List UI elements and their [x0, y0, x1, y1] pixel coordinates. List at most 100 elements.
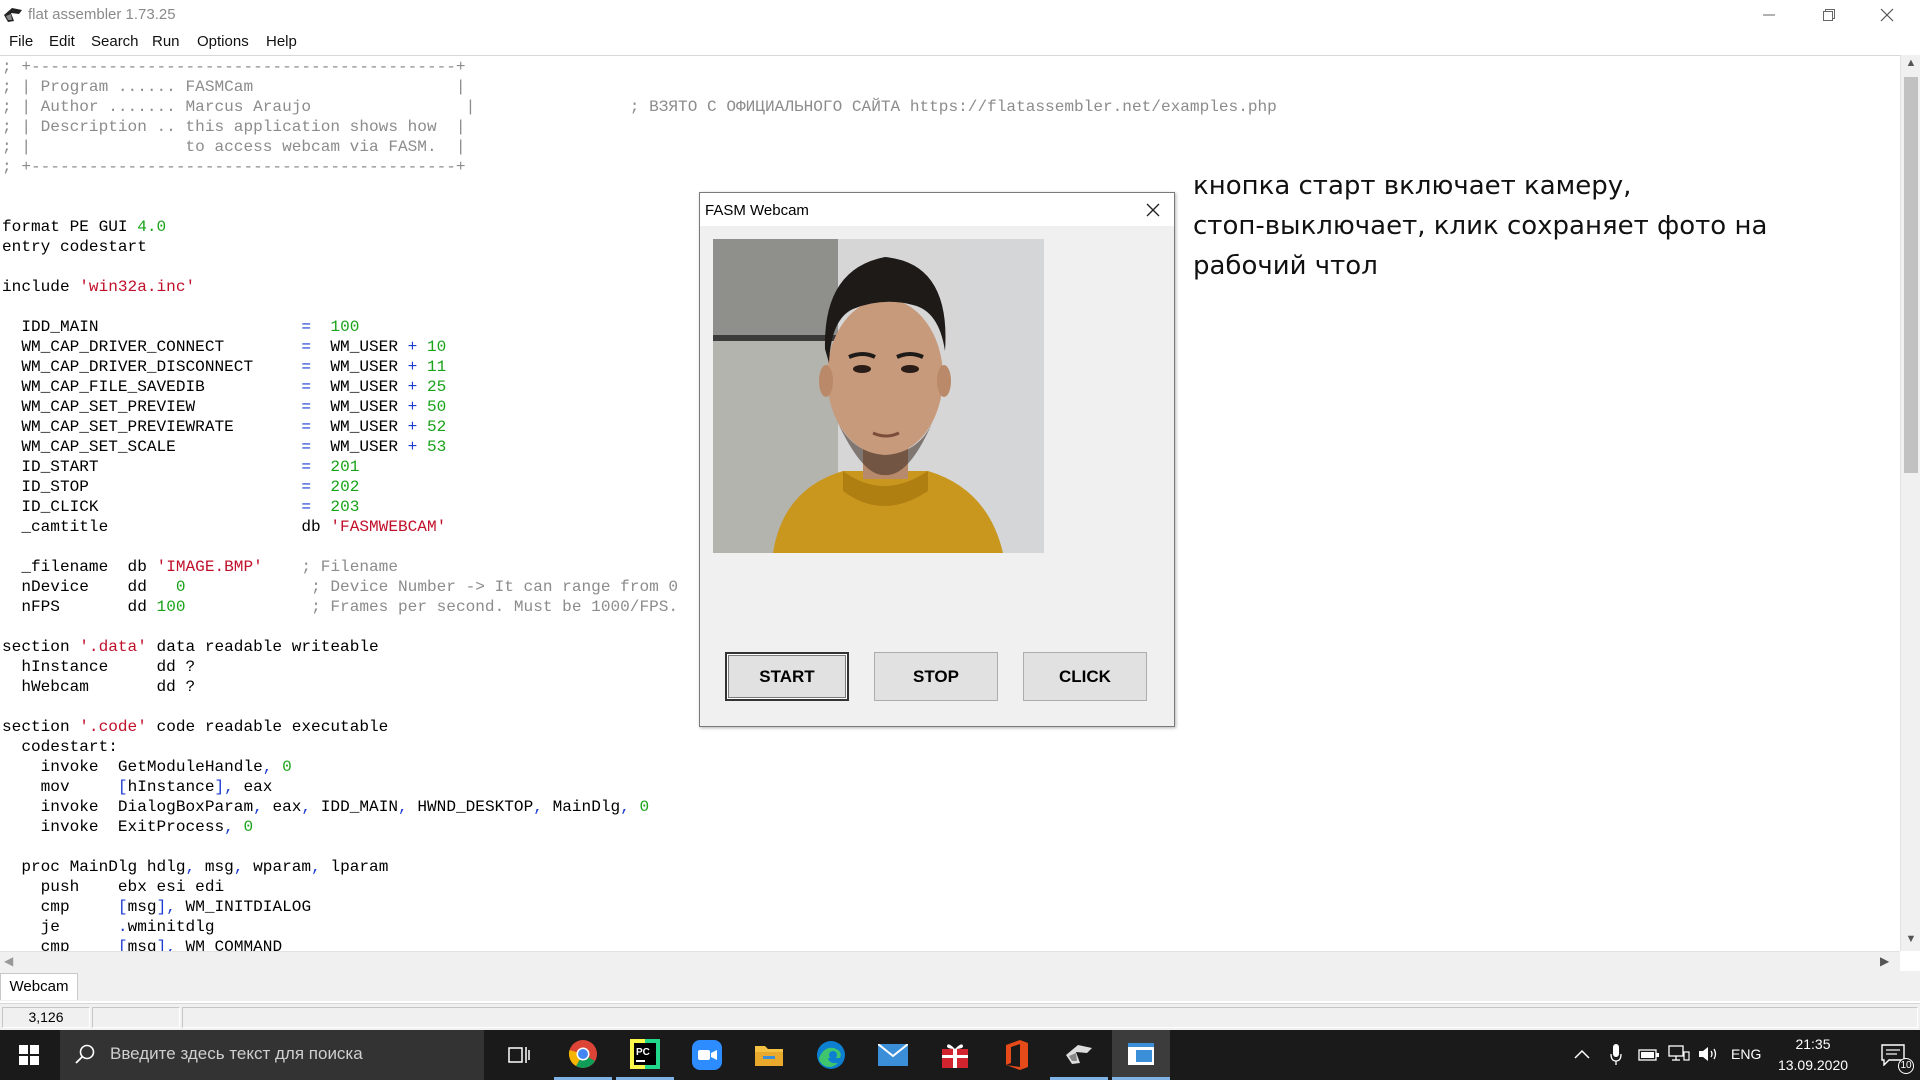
code-line: cmp [msg], WM_COMMAND: [2, 937, 1277, 951]
code-token: '.code': [79, 718, 147, 736]
microphone-icon[interactable]: [1610, 1044, 1622, 1066]
code-token: WM_INITDIALOG: [175, 898, 312, 916]
code-token: nDevice dd: [2, 578, 176, 596]
code-token: 0: [175, 578, 186, 596]
taskbar-office[interactable]: [988, 1030, 1046, 1080]
gift-icon: [942, 1044, 968, 1068]
code-token: ,: [311, 858, 321, 876]
code-line: ; +-------------------------------------…: [2, 157, 1277, 177]
code-token: =: [301, 498, 312, 516]
dialog-close-button[interactable]: [1140, 197, 1166, 223]
code-token: 201: [330, 458, 360, 476]
dialog-title: FASM Webcam: [705, 202, 809, 219]
mail-icon: [878, 1044, 908, 1066]
horizontal-scrollbar[interactable]: ◀ ▶: [0, 951, 1900, 971]
taskbar-zoom[interactable]: [678, 1030, 736, 1080]
webcam-dialog: FASM Webcam START STOP CLICK: [699, 192, 1175, 727]
code-token: =: [301, 458, 312, 476]
menu-help[interactable]: Help: [266, 33, 297, 50]
taskbar-pycharm[interactable]: PC: [616, 1030, 674, 1080]
code-token: MainDlg: [542, 798, 621, 816]
code-token: entry codestart: [2, 238, 147, 256]
code-token: WM_CAP_SET_SCALE: [2, 438, 302, 456]
code-token: WM_COMMAND: [175, 938, 283, 951]
menu-bar: File Edit Search Run Options Help: [0, 29, 1920, 54]
code-token: 50: [427, 398, 447, 416]
network-icon[interactable]: [1668, 1045, 1690, 1063]
taskbar-search-box[interactable]: Введите здесь текст для поиска: [60, 1030, 484, 1080]
code-token: WM_USER: [311, 438, 408, 456]
code-token: =: [301, 398, 312, 416]
code-token: ; | Description .. this application show…: [2, 118, 466, 136]
click-button[interactable]: CLICK: [1023, 652, 1147, 701]
menu-options[interactable]: Options: [197, 33, 249, 50]
code-token: nFPS dd: [2, 598, 157, 616]
start-button[interactable]: START: [725, 652, 849, 701]
menu-file[interactable]: File: [9, 33, 33, 50]
code-line: ; | Description .. this application show…: [2, 117, 1277, 137]
code-token: ,: [301, 798, 312, 816]
show-hidden-icons-icon[interactable]: [1574, 1048, 1590, 1060]
stop-button[interactable]: STOP: [874, 652, 998, 701]
menu-search[interactable]: Search: [91, 33, 139, 50]
code-token: msg: [127, 938, 157, 951]
code-token: 0: [243, 818, 254, 836]
code-token: +: [407, 378, 418, 396]
active-app-icon: [1128, 1042, 1154, 1065]
code-token: proc MainDlg hdlg: [2, 858, 186, 876]
code-token: hInstance dd ?: [2, 658, 196, 676]
close-window-button[interactable]: [1858, 0, 1916, 29]
code-token: 25: [427, 378, 447, 396]
code-token: hWebcam dd ?: [2, 678, 196, 696]
restore-button[interactable]: [1800, 0, 1858, 29]
taskbar-fasm[interactable]: [1050, 1030, 1108, 1080]
taskbar-gift[interactable]: [926, 1030, 984, 1080]
battery-icon[interactable]: [1638, 1047, 1660, 1063]
action-center-button[interactable]: 10: [1866, 1030, 1920, 1080]
code-token: =: [301, 318, 312, 336]
code-token: _camtitle db: [2, 518, 331, 536]
code-token: data readable writeable: [146, 638, 379, 656]
menu-run[interactable]: Run: [152, 33, 180, 50]
menu-edit[interactable]: Edit: [49, 33, 75, 50]
svg-text:PC: PC: [636, 1047, 650, 1058]
close-icon: [1880, 8, 1894, 21]
scroll-right-arrow-icon[interactable]: ▶: [1880, 954, 1889, 968]
clock-date[interactable]: 13.09.2020: [1760, 1057, 1866, 1073]
scroll-left-arrow-icon[interactable]: ◀: [4, 954, 13, 968]
code-token: wminitdlg: [127, 918, 215, 936]
code-token: 100: [330, 318, 360, 336]
code-token: ,: [185, 858, 196, 876]
input-language-indicator[interactable]: ENG: [1731, 1046, 1761, 1062]
code-token: wparam: [243, 858, 312, 876]
code-token: ],: [156, 938, 176, 951]
code-token: [: [117, 898, 128, 916]
webcam-preview: [713, 239, 1044, 553]
annotation-text: кнопка старт включает камеру, стоп-выклю…: [1193, 166, 1843, 286]
taskbar-chrome[interactable]: [554, 1030, 612, 1080]
code-token: 11: [427, 358, 447, 376]
task-view-icon: [508, 1047, 530, 1063]
annotation-line: стоп-выключает, клик сохраняет фото на: [1193, 211, 1768, 241]
scroll-up-arrow-icon[interactable]: ▲: [1901, 57, 1920, 73]
clock-time[interactable]: 21:35: [1760, 1036, 1866, 1052]
taskbar-active-window[interactable]: [1112, 1030, 1170, 1080]
task-view-button[interactable]: [490, 1030, 548, 1080]
start-menu-button[interactable]: [0, 1030, 58, 1080]
tab-webcam[interactable]: Webcam: [0, 973, 78, 1000]
code-token: +: [407, 358, 418, 376]
code-token: 10: [427, 338, 447, 356]
minimize-button[interactable]: [1740, 0, 1798, 29]
scroll-down-arrow-icon[interactable]: ▼: [1901, 933, 1920, 949]
vertical-scrollbar[interactable]: ▲ ▼: [1900, 55, 1920, 951]
volume-icon[interactable]: [1698, 1045, 1720, 1063]
taskbar-edge[interactable]: [802, 1030, 860, 1080]
taskbar-mail[interactable]: [864, 1030, 922, 1080]
vertical-scroll-thumb[interactable]: [1904, 77, 1918, 473]
taskbar-file-explorer[interactable]: [740, 1030, 798, 1080]
